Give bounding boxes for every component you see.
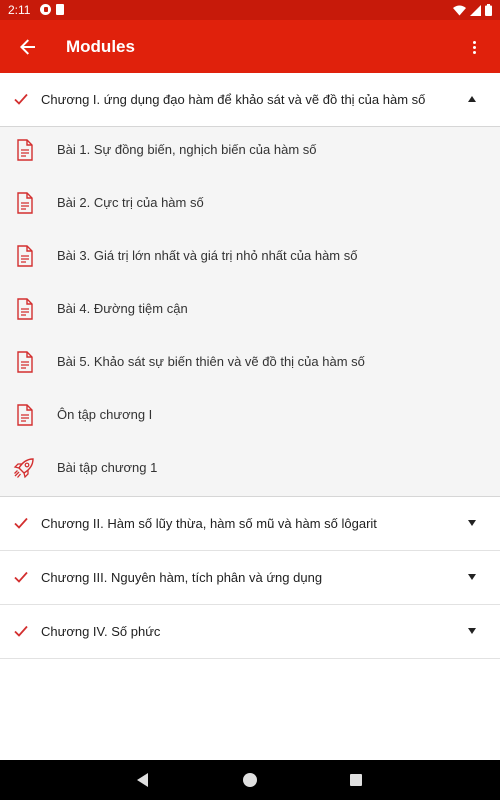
- signal-icon: [470, 4, 481, 16]
- lesson-item[interactable]: Bài 2. Cực trị của hàm số: [0, 184, 500, 234]
- rocket-icon: [13, 458, 34, 479]
- overflow-menu-button[interactable]: [462, 34, 486, 60]
- lesson-item[interactable]: Bài 4. Đường tiệm cận: [0, 290, 500, 340]
- lesson-label: Bài 4. Đường tiệm cận: [57, 301, 188, 316]
- lesson-item[interactable]: Bài 1. Sự đồng biến, nghịch biến của hàm…: [0, 131, 500, 181]
- notification-app-icon: [40, 4, 51, 15]
- lesson-item[interactable]: Bài 5. Khảo sát sự biến thiên và vẽ đồ t…: [0, 343, 500, 393]
- chapter-1-lessons: Bài 1. Sự đồng biến, nghịch biến của hàm…: [0, 127, 500, 497]
- check-icon: [14, 517, 28, 529]
- status-time: 2:11: [8, 3, 31, 17]
- document-icon: [17, 139, 33, 161]
- chapter-label: Chương II. Hàm số lũy thừa, hàm số mũ và…: [41, 516, 377, 531]
- lesson-label: Ôn tập chương I: [57, 407, 153, 422]
- status-system-icons: [453, 4, 492, 16]
- expand-arrow-icon[interactable]: [468, 574, 476, 580]
- chapter-header-1[interactable]: Chương I. ứng dụng đạo hàm để khảo sát v…: [0, 73, 500, 127]
- chapter-header-3[interactable]: Chương III. Nguyên hàm, tích phân và ứng…: [0, 551, 500, 605]
- lesson-label: Bài tập chương 1: [57, 460, 158, 475]
- lesson-label: Bài 1. Sự đồng biến, nghịch biến của hàm…: [57, 142, 317, 157]
- app-bar: Modules: [0, 20, 500, 73]
- battery-icon: [485, 4, 492, 16]
- nav-back-icon[interactable]: [137, 773, 148, 787]
- document-icon: [17, 351, 33, 373]
- check-icon: [14, 571, 28, 583]
- document-icon: [17, 245, 33, 267]
- expand-arrow-icon[interactable]: [468, 628, 476, 634]
- back-button[interactable]: [14, 33, 42, 61]
- page-title: Modules: [66, 37, 135, 56]
- chapter-label: Chương IV. Số phức: [41, 624, 161, 639]
- document-icon: [17, 404, 33, 426]
- more-vert-icon-dot: [472, 40, 476, 44]
- system-navigation-bar: [0, 760, 500, 800]
- chapter-label: Chương I. ứng dụng đạo hàm để khảo sát v…: [41, 92, 426, 107]
- sd-card-icon: [56, 4, 64, 15]
- chapter-label: Chương III. Nguyên hàm, tích phân và ứng…: [41, 570, 323, 585]
- document-icon: [17, 192, 33, 214]
- check-icon: [14, 625, 28, 637]
- nav-recents-icon[interactable]: [350, 774, 362, 786]
- lesson-label: Bài 5. Khảo sát sự biến thiên và vẽ đồ t…: [57, 354, 365, 369]
- lesson-item[interactable]: Ôn tập chương I: [0, 396, 500, 446]
- chapter-header-2[interactable]: Chương II. Hàm số lũy thừa, hàm số mũ và…: [0, 497, 500, 551]
- lesson-item[interactable]: Bài 3. Giá trị lớn nhất và giá trị nhỏ n…: [0, 237, 500, 287]
- collapse-arrow-icon[interactable]: [468, 96, 476, 102]
- chapter-header-4[interactable]: Chương IV. Số phức: [0, 605, 500, 659]
- expand-arrow-icon[interactable]: [468, 520, 476, 526]
- more-vert-icon-dot: [472, 50, 476, 54]
- wifi-icon: [453, 5, 466, 15]
- lesson-label: Bài 2. Cực trị của hàm số: [57, 195, 204, 210]
- nav-home-icon[interactable]: [243, 773, 257, 787]
- document-icon: [17, 298, 33, 320]
- status-notification-icons: [40, 4, 64, 15]
- arrow-back-icon: [20, 39, 35, 55]
- module-list: Chương I. ứng dụng đạo hàm để khảo sát v…: [0, 73, 500, 760]
- more-vert-icon-dot: [472, 45, 476, 49]
- lesson-item[interactable]: Bài tập chương 1: [0, 449, 500, 499]
- check-icon: [14, 93, 28, 105]
- status-bar: 2:11: [0, 0, 500, 20]
- lesson-label: Bài 3. Giá trị lớn nhất và giá trị nhỏ n…: [57, 248, 358, 263]
